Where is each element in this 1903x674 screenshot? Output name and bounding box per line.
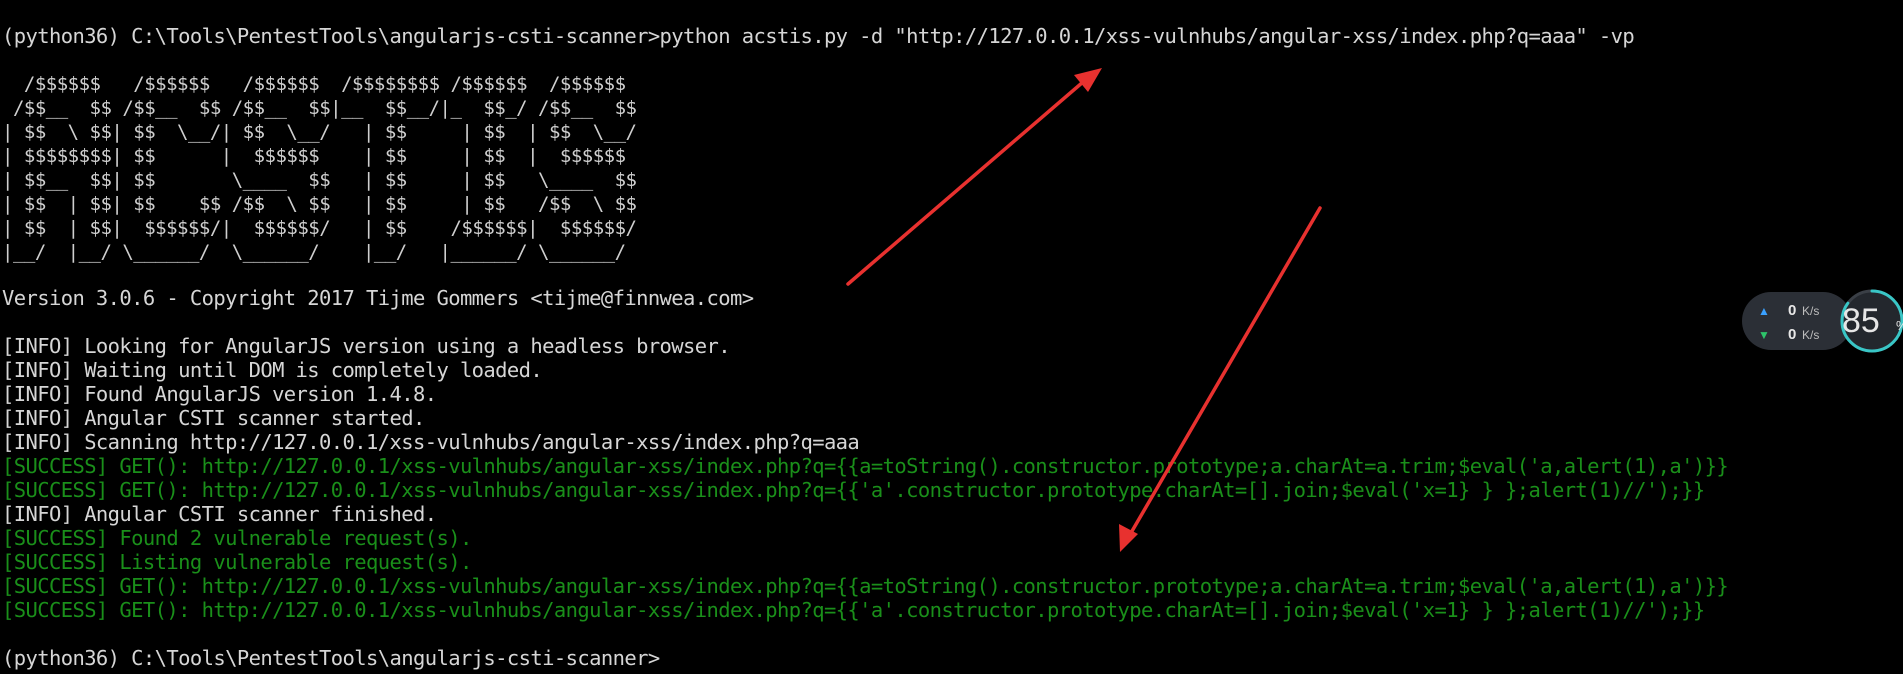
up-arrow-icon: ▲	[1758, 304, 1770, 318]
log-line-info: [INFO] Angular CSTI scanner started.	[2, 406, 425, 430]
upload-unit: K/s	[1802, 304, 1820, 318]
download-value: 0	[1788, 326, 1797, 343]
command-line: (python36) C:\Tools\PentestTools\angular…	[2, 24, 1635, 48]
acstis-ascii-banner: /$$$$$$ /$$$$$$ /$$$$$$ /$$$$$$$$ /$$$$$…	[2, 73, 637, 263]
log-line-success: [SUCCESS] GET(): http://127.0.0.1/xss-vu…	[2, 574, 1729, 598]
log-line-success: [SUCCESS] GET(): http://127.0.0.1/xss-vu…	[2, 454, 1729, 478]
prompt-line[interactable]: (python36) C:\Tools\PentestTools\angular…	[2, 646, 660, 670]
upload-value: 0	[1788, 302, 1797, 319]
version-line: Version 3.0.6 - Copyright 2017 Tijme Gom…	[2, 286, 754, 310]
network-speed-widget[interactable]: ▲ 0 K/s ▼ 0 K/s 85 %	[1742, 288, 1903, 354]
down-arrow-icon: ▼	[1758, 328, 1770, 342]
terminal-window[interactable]: (python36) C:\Tools\PentestTools\angular…	[0, 0, 1903, 674]
usage-gauge[interactable]: 85 %	[1832, 288, 1903, 354]
log-line-success: [SUCCESS] GET(): http://127.0.0.1/xss-vu…	[2, 598, 1705, 622]
red-arrow-up-icon	[846, 68, 1102, 286]
log-line-info: [INFO] Looking for AngularJS version usi…	[2, 334, 731, 358]
log-line-success: [SUCCESS] Found 2 vulnerable request(s).	[2, 526, 472, 550]
usage-percent-sign: %	[1896, 318, 1903, 333]
log-line-info: [INFO] Scanning http://127.0.0.1/xss-vul…	[2, 430, 860, 454]
download-unit: K/s	[1802, 328, 1820, 342]
log-line-info: [INFO] Waiting until DOM is completely l…	[2, 358, 543, 382]
log-line-info: [INFO] Found AngularJS version 1.4.8.	[2, 382, 437, 406]
download-speed: ▼ 0 K/s	[1742, 324, 1838, 346]
log-line-success: [SUCCESS] Listing vulnerable request(s).	[2, 550, 472, 574]
usage-percent: 85	[1842, 302, 1880, 340]
log-line-success: [SUCCESS] GET(): http://127.0.0.1/xss-vu…	[2, 478, 1705, 502]
upload-speed: ▲ 0 K/s	[1742, 300, 1838, 322]
log-line-info: [INFO] Angular CSTI scanner finished.	[2, 502, 437, 526]
